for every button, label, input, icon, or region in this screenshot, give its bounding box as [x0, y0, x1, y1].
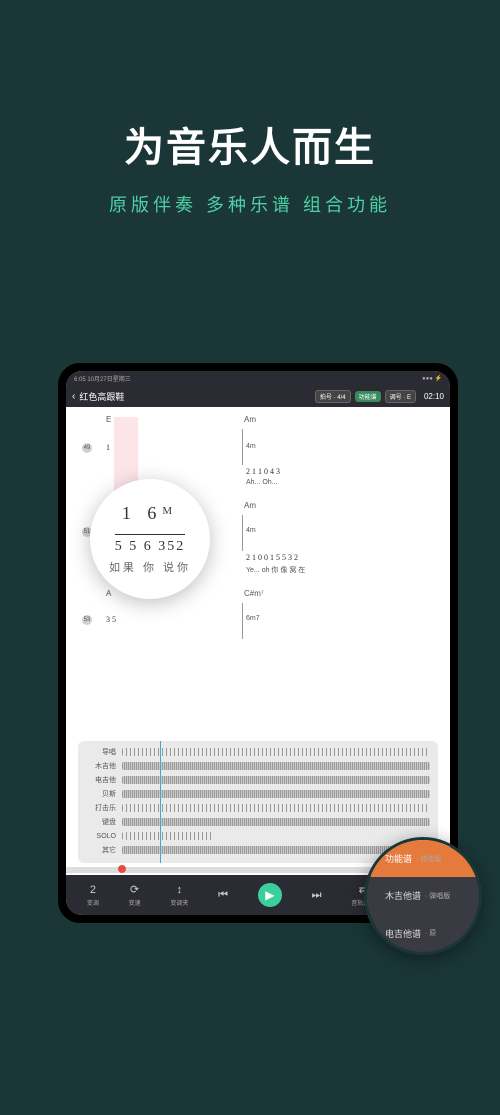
magnifier-lens: 1 6ᴹ 5 5 6 352 如果 你 说你: [90, 479, 210, 599]
badge-score-mode[interactable]: 功能谱: [355, 391, 381, 402]
track-label: 键盘: [86, 817, 116, 827]
score-area[interactable]: E Am 49 1 4m 2 1 1 0 4 3 Ah... Oh... Am …: [66, 407, 450, 737]
track-row: 打击乐: [86, 801, 430, 815]
tempo-icon: ⟳: [130, 883, 139, 896]
chord-label: 6m7: [246, 615, 260, 622]
waveform[interactable]: [122, 832, 214, 840]
chord-label: A: [106, 589, 111, 598]
lyric: Ye... oh 你 像 窝 在: [246, 565, 305, 575]
tablet-screen: 6:05 10月27日星期三 ●●● ⚡ ‹ 红色高跟鞋 拍号 · 4/4 功能…: [66, 371, 450, 915]
play-icon: ▶: [265, 888, 274, 902]
popup-sublabel: · 和弦版: [416, 854, 441, 864]
popup-label: 电吉他谱: [385, 927, 421, 940]
tempo-button[interactable]: ⟳ 变速: [129, 883, 141, 907]
chord-label: 4m: [246, 443, 256, 450]
popup-label: 功能谱: [385, 852, 412, 865]
measure-number: 53: [82, 615, 92, 625]
track-label: 导唱: [86, 747, 116, 757]
ctrl-label: 变调夹: [170, 898, 188, 907]
magnified-notation-mid: 5 5 6 352: [115, 534, 186, 555]
track-row: 贝斯: [86, 787, 430, 801]
waveform[interactable]: [122, 776, 430, 784]
popup-item-acoustic-guitar[interactable]: 木吉他谱 · 弹唱版: [367, 877, 479, 914]
chord-label: Am: [244, 415, 256, 424]
score-type-popup: 功能谱 · 和弦版 木吉他谱 · 弹唱版 电吉他谱 · 原: [364, 837, 482, 955]
status-icons: ●●● ⚡: [422, 375, 442, 382]
barline: [242, 603, 243, 639]
badge-key[interactable]: 调号 · E: [385, 390, 416, 403]
status-time: 6:05 10月27日星期三: [74, 374, 131, 383]
popup-sublabel: · 原: [425, 928, 436, 938]
lyric: Ah... Oh...: [246, 479, 278, 486]
track-label: SOLO: [86, 833, 116, 840]
notation: 2 1 1 0 4 3: [246, 467, 280, 476]
waveform[interactable]: [122, 748, 430, 756]
track-row: 导唱: [86, 745, 430, 759]
transpose-value: 2: [90, 884, 96, 896]
waveform[interactable]: [122, 804, 430, 812]
popup-label: 木吉他谱: [385, 889, 421, 902]
track-label: 木吉他: [86, 761, 116, 771]
prev-button[interactable]: ⏮: [218, 889, 228, 902]
duration: 02:10: [424, 392, 444, 401]
notation: 1: [106, 443, 110, 452]
track-row: 其它: [86, 843, 430, 857]
chord-label: Am: [244, 501, 256, 510]
app-header: ‹ 红色高跟鞋 拍号 · 4/4 功能谱 调号 · E 02:10: [66, 385, 450, 407]
play-button[interactable]: ▶: [258, 883, 282, 907]
track-label: 其它: [86, 845, 116, 855]
capo-button[interactable]: ↕ 变调夹: [170, 884, 188, 907]
waveform[interactable]: [122, 818, 430, 826]
skip-back-icon: ⏮: [218, 889, 228, 902]
track-label: 打击乐: [86, 803, 116, 813]
chord-label: E: [106, 415, 111, 424]
song-title: 红色高跟鞋: [79, 390, 311, 403]
notation: 2 1 0 0 1 5 5 3 2: [246, 553, 298, 562]
track-label: 贝斯: [86, 789, 116, 799]
status-bar: 6:05 10月27日星期三 ●●● ⚡: [66, 371, 450, 385]
progress-handle[interactable]: [118, 865, 126, 873]
playhead[interactable]: [160, 741, 161, 863]
popup-item-electric-guitar[interactable]: 电吉他谱 · 原: [367, 915, 479, 952]
waveform[interactable]: [122, 762, 430, 770]
chord-label: C#m⁷: [244, 589, 264, 598]
magnified-notation-top: 1 6ᴹ: [122, 503, 178, 524]
popup-sublabel: · 弹唱版: [425, 891, 450, 901]
measure-number: 49: [82, 443, 92, 453]
track-row: SOLO: [86, 829, 430, 843]
ctrl-label: 变调: [87, 898, 99, 907]
chord-label: 4m: [246, 527, 256, 534]
tracks-panel[interactable]: 导唱 木吉他 电吉他 贝斯 打击乐 键盘 SOLO 其它: [78, 741, 438, 863]
skip-forward-icon: ⏭: [312, 889, 322, 902]
track-row: 木吉他: [86, 759, 430, 773]
track-row: 电吉他: [86, 773, 430, 787]
waveform[interactable]: [122, 790, 430, 798]
magnified-lyric: 如果 你 说你: [109, 559, 191, 575]
hero-title: 为音乐人而生: [0, 115, 500, 173]
tablet-frame: 6:05 10月27日星期三 ●●● ⚡ ‹ 红色高跟鞋 拍号 · 4/4 功能…: [58, 363, 458, 923]
next-button[interactable]: ⏭: [312, 889, 322, 902]
capo-icon: ↕: [177, 884, 183, 896]
hero-subtitle: 原版伴奏 多种乐谱 组合功能: [0, 191, 500, 217]
badge-time-signature[interactable]: 拍号 · 4/4: [315, 390, 351, 403]
transpose-button[interactable]: 2 变调: [87, 884, 99, 907]
back-button[interactable]: ‹: [72, 391, 75, 402]
barline: [242, 429, 243, 465]
track-row: 键盘: [86, 815, 430, 829]
track-label: 电吉他: [86, 775, 116, 785]
ctrl-label: 变速: [129, 898, 141, 907]
notation: 3 5: [106, 615, 116, 624]
barline: [242, 515, 243, 551]
